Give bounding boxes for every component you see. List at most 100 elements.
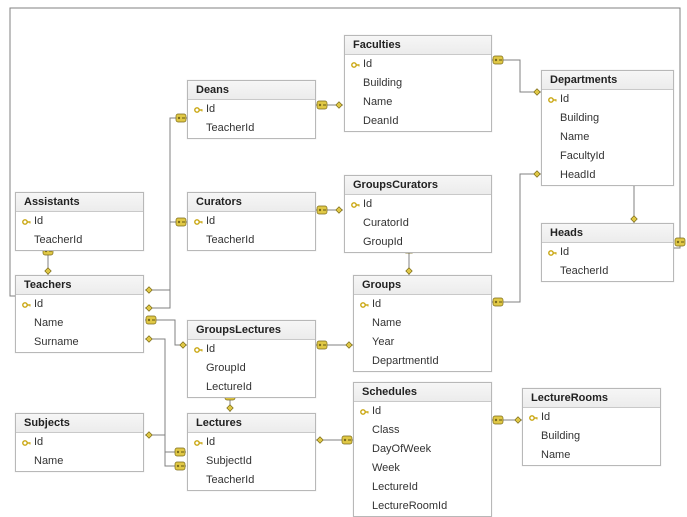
field[interactable]: Name <box>16 452 143 471</box>
field[interactable]: Surname <box>16 333 143 352</box>
fields: IdTeacherId <box>188 100 315 138</box>
fields: Id TeacherId <box>16 212 143 250</box>
fields: IdBuildingNameDeanId <box>345 55 491 131</box>
pk-field[interactable]: Id <box>188 433 315 452</box>
field[interactable]: GroupId <box>345 233 491 252</box>
field[interactable]: Year <box>354 333 491 352</box>
field-name: Id <box>363 197 483 212</box>
field[interactable]: TeacherId <box>188 119 315 138</box>
diagram-canvas[interactable]: Faculties IdBuildingNameDeanId Deans IdT… <box>0 0 687 500</box>
field-name: Id <box>206 214 307 229</box>
pk-field[interactable]: Id <box>542 90 673 109</box>
field-name: Id <box>206 342 307 357</box>
pk-field[interactable]: Id <box>188 212 315 231</box>
fields: Id CuratorId GroupId <box>345 195 491 252</box>
field[interactable]: HeadId <box>542 166 673 185</box>
key-icon <box>546 248 560 258</box>
table-header: Faculties <box>345 36 491 55</box>
table-curators[interactable]: Curators Id TeacherId <box>187 192 316 251</box>
field[interactable]: GroupId <box>188 359 315 378</box>
pk-field[interactable]: Id <box>345 195 491 214</box>
pk-field[interactable]: Id <box>16 295 143 314</box>
fields: IdName Surname <box>16 295 143 352</box>
field-name: Id <box>560 92 665 107</box>
field[interactable]: Name <box>16 314 143 333</box>
key-icon <box>192 105 206 115</box>
field[interactable]: Name <box>523 446 660 465</box>
field[interactable]: TeacherId <box>16 231 143 250</box>
field[interactable]: TeacherId <box>542 262 673 281</box>
table-header: GroupsLectures <box>188 321 315 340</box>
field[interactable]: DeanId <box>345 112 491 131</box>
table-schedules[interactable]: Schedules IdClassDayOfWeekWeekLectureIdL… <box>353 382 492 517</box>
field[interactable]: Week <box>354 459 491 478</box>
field-name: GroupId <box>206 361 307 376</box>
field-name: Surname <box>34 335 135 350</box>
field[interactable]: Name <box>542 128 673 147</box>
field[interactable]: LectureId <box>354 478 491 497</box>
table-groups[interactable]: Groups IdName Year DepartmentId <box>353 275 492 372</box>
key-icon <box>349 200 363 210</box>
field-name: Year <box>372 335 483 350</box>
field-name: FacultyId <box>560 149 665 164</box>
fields: IdBuildingName <box>523 408 660 465</box>
pk-field[interactable]: Id <box>523 408 660 427</box>
table-header: Teachers <box>16 276 143 295</box>
table-heads[interactable]: Heads IdTeacherId <box>541 223 674 282</box>
key-icon <box>20 300 34 310</box>
field[interactable]: DepartmentId <box>354 352 491 371</box>
table-header: Curators <box>188 193 315 212</box>
fields: IdClassDayOfWeekWeekLectureIdLectureRoom… <box>354 402 491 516</box>
table-header: LectureRooms <box>523 389 660 408</box>
table-groups-curators[interactable]: GroupsCurators IdCuratorIdGroupId <box>344 175 492 253</box>
pk-field[interactable]: Id <box>542 243 673 262</box>
table-deans[interactable]: Deans IdTeacherId <box>187 80 316 139</box>
pk-field[interactable]: Id <box>345 55 491 74</box>
pk-field[interactable]: Id <box>188 340 315 359</box>
key-icon <box>546 95 560 105</box>
table-groups-lectures[interactable]: GroupsLectures Id GroupId LectureId <box>187 320 316 398</box>
key-icon <box>527 413 541 423</box>
field[interactable]: Building <box>542 109 673 128</box>
table-faculties[interactable]: Faculties IdBuildingNameDeanId <box>344 35 492 132</box>
pk-field[interactable]: Id <box>188 100 315 119</box>
field[interactable]: SubjectId <box>188 452 315 471</box>
field-name: GroupId <box>363 235 483 250</box>
key-icon <box>20 438 34 448</box>
field[interactable]: TeacherId <box>188 231 315 250</box>
field-name: Class <box>372 423 483 438</box>
field[interactable]: Class <box>354 421 491 440</box>
table-header: Groups <box>354 276 491 295</box>
field[interactable]: Building <box>523 427 660 446</box>
field-name: HeadId <box>560 168 665 183</box>
field-name: TeacherId <box>560 264 665 279</box>
field-name: TeacherId <box>34 233 135 248</box>
field-name: Name <box>560 130 665 145</box>
table-departments[interactable]: Departments IdBuildingNameFacultyIdHeadI… <box>541 70 674 186</box>
key-icon <box>358 300 372 310</box>
pk-field[interactable]: Id <box>354 402 491 421</box>
pk-field[interactable]: Id <box>16 433 143 452</box>
table-teachers[interactable]: Teachers IdName Surname <box>15 275 144 353</box>
table-lectures[interactable]: Lectures IdSubjectIdTeacherId <box>187 413 316 491</box>
key-icon <box>192 438 206 448</box>
field-name: Id <box>206 435 307 450</box>
fields: Id TeacherId <box>542 243 673 281</box>
field-name: Building <box>560 111 665 126</box>
field[interactable]: FacultyId <box>542 147 673 166</box>
field[interactable]: CuratorId <box>345 214 491 233</box>
field[interactable]: TeacherId <box>188 471 315 490</box>
field[interactable]: LectureId <box>188 378 315 397</box>
field-name: TeacherId <box>206 233 307 248</box>
field-name: Id <box>34 435 135 450</box>
pk-field[interactable]: Id <box>354 295 491 314</box>
field[interactable]: DayOfWeek <box>354 440 491 459</box>
pk-field[interactable]: Id <box>16 212 143 231</box>
field[interactable]: Building <box>345 74 491 93</box>
field[interactable]: Name <box>345 93 491 112</box>
field[interactable]: Name <box>354 314 491 333</box>
table-lecture-rooms[interactable]: LectureRooms IdBuildingName <box>522 388 661 466</box>
table-subjects[interactable]: Subjects IdName <box>15 413 144 472</box>
table-assistants[interactable]: Assistants IdTeacherId <box>15 192 144 251</box>
key-icon <box>358 407 372 417</box>
